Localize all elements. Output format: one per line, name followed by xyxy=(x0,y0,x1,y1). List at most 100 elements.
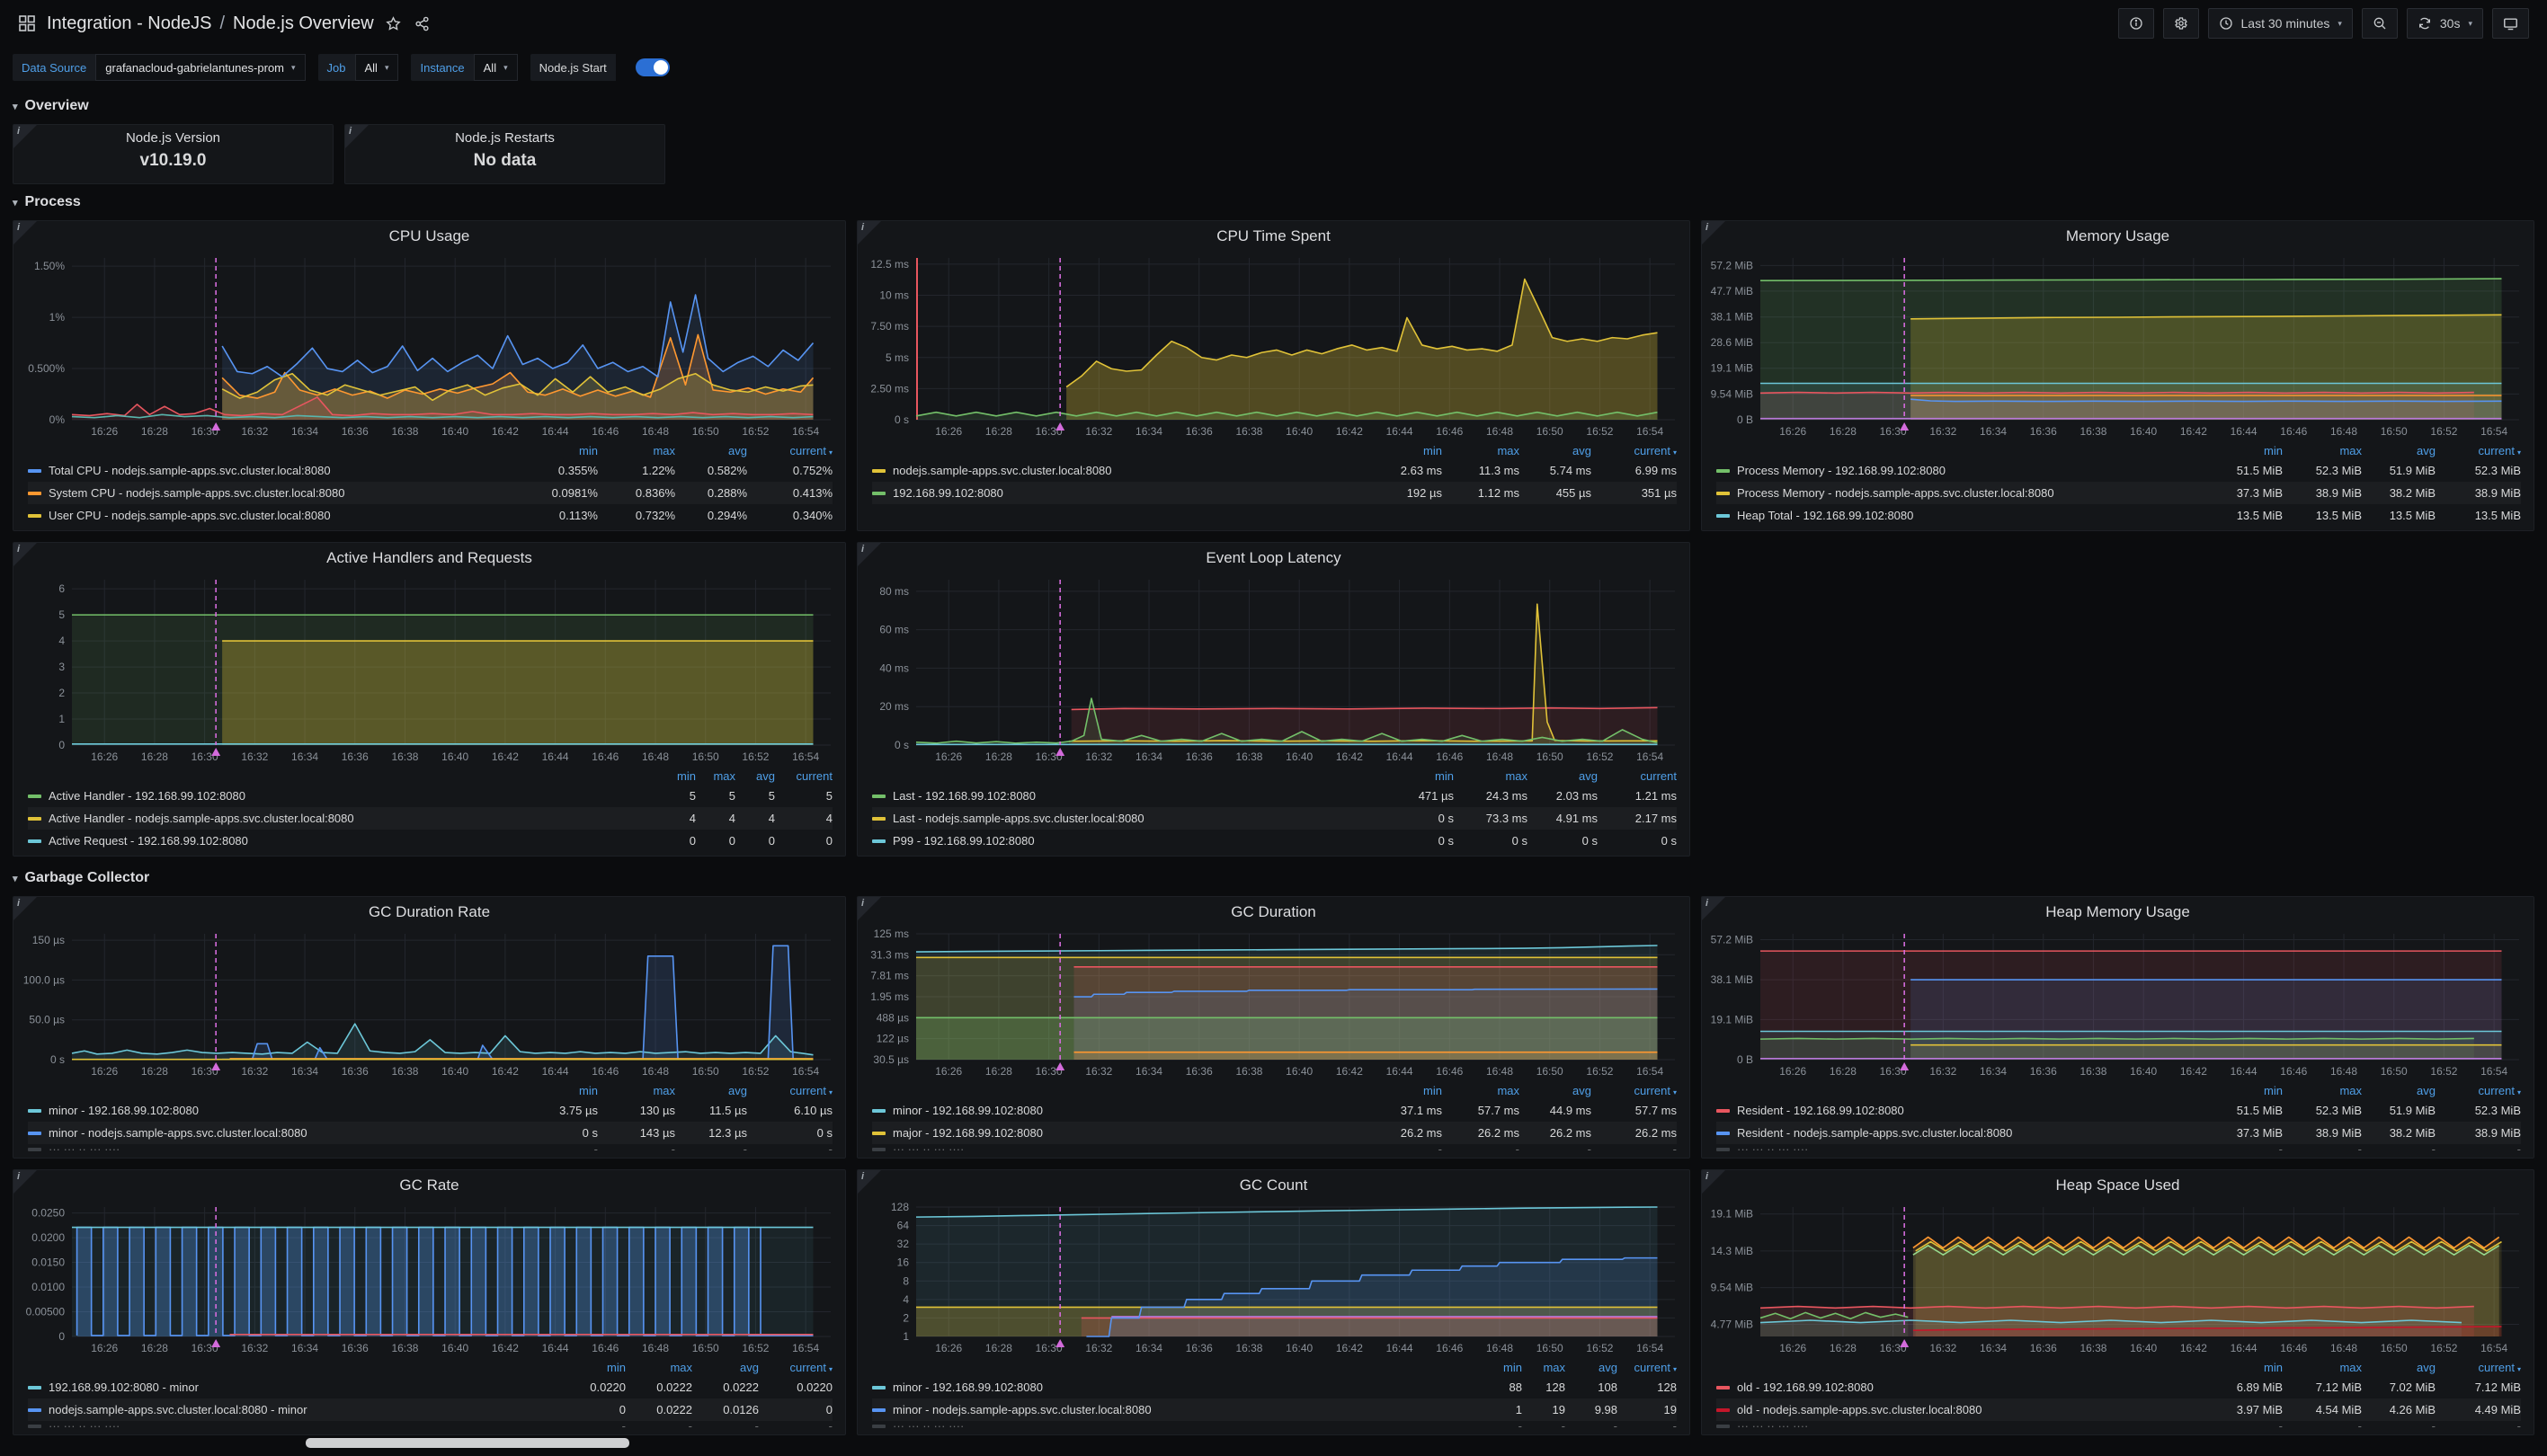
legend-sort-max[interactable]: max xyxy=(1442,1084,1519,1097)
series-label[interactable]: Resident - nodejs.sample-apps.svc.cluste… xyxy=(1737,1126,2197,1140)
legend-sort-max[interactable]: max xyxy=(696,769,735,783)
panel-info-icon[interactable]: i xyxy=(858,543,881,566)
legend-sort-avg[interactable]: avg xyxy=(1519,1084,1591,1097)
legend-sort-avg[interactable]: avg xyxy=(2362,444,2436,457)
legend-sort-avg[interactable]: avg xyxy=(735,769,775,783)
legend-row[interactable]: Resident - nodejs.sample-apps.svc.cluste… xyxy=(1716,1122,2521,1144)
refresh-picker[interactable]: 30s ▾ xyxy=(2407,8,2483,39)
panel-title[interactable]: GC Duration xyxy=(858,900,1689,925)
legend-row[interactable]: minor - nodejs.sample-apps.svc.cluster.l… xyxy=(28,1122,833,1144)
gc-duration-chart[interactable]: 125 ms31.3 ms7.81 ms1.95 ms488 µs122 µs3… xyxy=(864,925,1684,1081)
legend-header[interactable]: minmaxavgcurrent▾ xyxy=(1716,1081,2521,1099)
tv-mode-button[interactable] xyxy=(2492,8,2529,39)
panel-info-icon[interactable]: i xyxy=(13,543,37,566)
series-label[interactable]: major - 192.168.99.102:8080 xyxy=(893,1126,1359,1140)
legend-row[interactable]: old - nodejs.sample-apps.svc.cluster.loc… xyxy=(1716,1398,2521,1421)
legend-row[interactable]: P99 - 192.168.99.102:80800 s0 s0 s0 s xyxy=(872,830,1677,852)
series-label[interactable]: User CPU - nodejs.sample-apps.svc.cluste… xyxy=(49,509,515,522)
legend-row-clipped[interactable]: ··· ··· ·· ··· ····---- xyxy=(28,1421,833,1431)
legend-sort-current[interactable]: current▾ xyxy=(1591,444,1677,457)
legend-row[interactable]: Active Handler - nodejs.sample-apps.svc.… xyxy=(28,807,833,830)
legend-sort-current[interactable]: current▾ xyxy=(747,444,833,457)
instance-select[interactable]: All▾ xyxy=(474,54,518,81)
legend-sort-avg[interactable]: avg xyxy=(675,1084,747,1097)
legend-sort-max[interactable]: max xyxy=(598,444,675,457)
legend-row[interactable]: 192.168.99.102:8080 - minor0.02200.02220… xyxy=(28,1376,833,1398)
legend-sort-min[interactable]: min xyxy=(1377,769,1454,783)
legend-header[interactable]: minmaxavgcurrent▾ xyxy=(1716,1358,2521,1376)
legend-row[interactable]: minor - 192.168.99.102:80803.75 µs130 µs… xyxy=(28,1099,833,1122)
legend-sort-current[interactable]: current xyxy=(775,769,833,783)
legend-row[interactable]: minor - 192.168.99.102:808037.1 ms57.7 m… xyxy=(872,1099,1677,1122)
gc-rate-chart[interactable]: 0.02500.02000.01500.01000.00500016:2616:… xyxy=(20,1198,840,1358)
series-label[interactable]: Active Handler - nodejs.sample-apps.svc.… xyxy=(49,812,653,825)
legend-row[interactable]: User CPU - nodejs.sample-apps.svc.cluste… xyxy=(28,504,833,527)
legend-sort-current[interactable]: current xyxy=(1598,769,1677,783)
legend-sort-max[interactable]: max xyxy=(2283,444,2362,457)
cpu-time-spent-chart[interactable]: 12.5 ms10 ms7.50 ms5 ms2.50 ms0 s16:2616… xyxy=(864,249,1684,441)
section-process[interactable]: ▾ Process xyxy=(13,191,2547,213)
legend-sort-current[interactable]: current▾ xyxy=(1591,1084,1677,1097)
series-label[interactable]: P99 - 192.168.99.102:8080 xyxy=(893,834,1377,848)
legend-row[interactable]: Process Memory - 192.168.99.102:808051.5… xyxy=(1716,459,2521,482)
panel-info-icon[interactable]: i xyxy=(858,897,881,920)
panel-info-icon[interactable]: i xyxy=(1702,1170,1725,1194)
gc-count-chart[interactable]: 128643216842116:2616:2816:3016:3216:3416… xyxy=(864,1198,1684,1358)
legend-sort-max[interactable]: max xyxy=(1454,769,1527,783)
legend-header[interactable]: minmaxavgcurrent▾ xyxy=(1716,441,2521,459)
dashboard-settings-button[interactable] xyxy=(2163,8,2199,39)
panel-info-icon[interactable]: i xyxy=(858,1170,881,1194)
heap-memory-usage-chart[interactable]: 57.2 MiB38.1 MiB19.1 MiB0 B16:2616:2816:… xyxy=(1708,925,2528,1081)
panel-title[interactable]: Node.js Restarts xyxy=(345,125,664,148)
legend-sort-avg[interactable]: avg xyxy=(1527,769,1598,783)
legend-row[interactable]: minor - 192.168.99.102:808088128108128 xyxy=(872,1376,1677,1398)
legend-sort-avg[interactable]: avg xyxy=(1565,1361,1617,1374)
legend-row-clipped[interactable]: ··· ··· ·· ··· ····---- xyxy=(1716,1421,2521,1431)
legend-row[interactable]: Active Handler - 192.168.99.102:80805555 xyxy=(28,785,833,807)
legend-row[interactable]: Heap Total - 192.168.99.102:808013.5 MiB… xyxy=(1716,504,2521,527)
dashboard-info-button[interactable] xyxy=(2118,8,2154,39)
series-label[interactable]: Last - 192.168.99.102:8080 xyxy=(893,789,1377,803)
series-label[interactable]: Total CPU - nodejs.sample-apps.svc.clust… xyxy=(49,464,515,477)
legend-sort-max[interactable]: max xyxy=(1522,1361,1565,1374)
memory-usage-chart[interactable]: 57.2 MiB47.7 MiB38.1 MiB28.6 MiB19.1 MiB… xyxy=(1708,249,2528,441)
legend-row-clipped[interactable]: ··· ··· ·· ··· ····---- xyxy=(872,1421,1677,1431)
breadcrumb[interactable]: Integration - NodeJS / Node.js Overview xyxy=(47,13,374,34)
legend-header[interactable]: minmaxavgcurrent▾ xyxy=(28,441,833,459)
section-garbage-collector[interactable]: ▾ Garbage Collector xyxy=(13,867,2547,889)
legend-header[interactable]: minmaxavgcurrent▾ xyxy=(872,1358,1677,1376)
active-handlers-chart[interactable]: 654321016:2616:2816:3016:3216:3416:3616:… xyxy=(20,571,840,767)
legend-sort-current[interactable]: current▾ xyxy=(759,1361,833,1374)
legend-sort-current[interactable]: current▾ xyxy=(1617,1361,1677,1374)
panel-title[interactable]: Heap Memory Usage xyxy=(1702,900,2534,925)
panel-info-icon[interactable]: i xyxy=(13,1170,37,1194)
legend-header[interactable]: minmaxavgcurrent xyxy=(872,767,1677,785)
legend-sort-min[interactable]: min xyxy=(1359,444,1442,457)
panel-info-icon[interactable]: i xyxy=(13,221,37,244)
legend-sort-max[interactable]: max xyxy=(598,1084,675,1097)
panel-title[interactable]: GC Count xyxy=(858,1173,1689,1198)
legend-sort-max[interactable]: max xyxy=(2283,1084,2362,1097)
legend-sort-min[interactable]: min xyxy=(515,1084,598,1097)
legend-header[interactable]: minmaxavgcurrent▾ xyxy=(28,1081,833,1099)
series-label[interactable]: 192.168.99.102:8080 xyxy=(893,486,1359,500)
legend-header[interactable]: minmaxavgcurrent▾ xyxy=(872,441,1677,459)
legend-row[interactable]: Total CPU - nodejs.sample-apps.svc.clust… xyxy=(28,459,833,482)
panel-info-icon[interactable]: i xyxy=(345,125,369,148)
legend-sort-min[interactable]: min xyxy=(653,769,696,783)
series-label[interactable]: System CPU - nodejs.sample-apps.svc.clus… xyxy=(49,486,515,500)
job-select[interactable]: All▾ xyxy=(355,54,399,81)
panel-info-icon[interactable]: i xyxy=(13,897,37,920)
breadcrumb-folder[interactable]: Integration - NodeJS xyxy=(47,13,211,34)
share-icon[interactable] xyxy=(414,14,432,32)
legend-sort-current[interactable]: current▾ xyxy=(747,1084,833,1097)
star-icon[interactable] xyxy=(385,14,403,32)
legend-row[interactable]: System CPU - nodejs.sample-apps.svc.clus… xyxy=(28,482,833,504)
series-label[interactable]: 192.168.99.102:8080 - minor xyxy=(49,1381,554,1394)
series-label[interactable]: Active Handler - 192.168.99.102:8080 xyxy=(49,789,653,803)
horizontal-scrollbar[interactable] xyxy=(306,1438,629,1448)
legend-row[interactable]: Process Memory - nodejs.sample-apps.svc.… xyxy=(1716,482,2521,504)
panel-info-icon[interactable]: i xyxy=(1702,221,1725,244)
legend-header[interactable]: minmaxavgcurrent▾ xyxy=(28,1358,833,1376)
legend-sort-min[interactable]: min xyxy=(2197,444,2283,457)
